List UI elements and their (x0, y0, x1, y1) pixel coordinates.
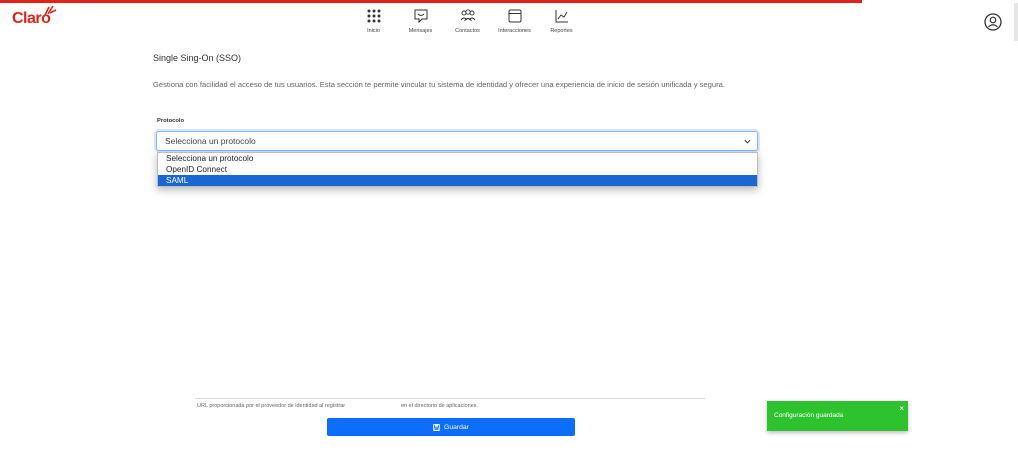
protocol-select[interactable]: Selecciona un protocolo (156, 131, 758, 151)
nav-label: Inicio (367, 28, 380, 34)
save-icon (433, 423, 440, 431)
field-underline (195, 398, 705, 399)
option-select-protocol[interactable]: Selecciona un protocolo (158, 153, 757, 164)
field-hint-left: URL proporcionada por el proveedor de id… (197, 403, 346, 409)
window-edge (1014, 3, 1018, 41)
nav-item-interacciones[interactable]: Interacciones (491, 8, 538, 34)
contacts-icon (460, 9, 475, 22)
page-description: Gestiona con facilidad el acceso de tus … (153, 80, 725, 89)
save-button[interactable]: Guardar (327, 418, 575, 436)
top-line-gap (862, 0, 1018, 3)
logo-mark-icon (44, 5, 57, 16)
toast-message: Configuración guardada (774, 412, 844, 419)
protocol-label: Protocolo (157, 118, 185, 124)
save-button-label: Guardar (444, 423, 469, 431)
nav-label: Contactos (455, 28, 480, 34)
protocol-select-value: Selecciona un protocolo (165, 136, 256, 146)
nav-item-mensajes[interactable]: Mensajes (397, 8, 444, 34)
chevron-down-icon (744, 139, 751, 144)
claro-logo[interactable]: Claro (12, 5, 57, 28)
grid-icon (367, 9, 380, 23)
main-nav: Inicio Mensajes Contactos Interacciones (350, 8, 585, 34)
protocol-dropdown: Selecciona un protocolo OpenID Connect S… (157, 152, 758, 187)
chart-icon (555, 10, 568, 23)
nav-item-inicio[interactable]: Inicio (350, 8, 397, 34)
user-circle-icon[interactable] (984, 13, 1002, 31)
option-saml[interactable]: SAML (158, 175, 757, 186)
message-icon (414, 9, 427, 24)
close-icon[interactable]: × (899, 404, 904, 413)
nav-item-contactos[interactable]: Contactos (444, 8, 491, 34)
success-toast: Configuración guardada × (767, 401, 908, 431)
nav-label: Mensajes (408, 28, 433, 34)
nav-label: Interacciones (498, 28, 531, 34)
page-title: Single Sing-On (SSO) (153, 53, 242, 63)
nav-label: Reportes (550, 28, 573, 34)
option-openid-connect[interactable]: OpenID Connect (158, 164, 757, 175)
field-hint-right: en el directorio de aplicaciones. (401, 403, 479, 409)
nav-item-reportes[interactable]: Reportes (538, 8, 585, 34)
window-icon (508, 9, 521, 23)
